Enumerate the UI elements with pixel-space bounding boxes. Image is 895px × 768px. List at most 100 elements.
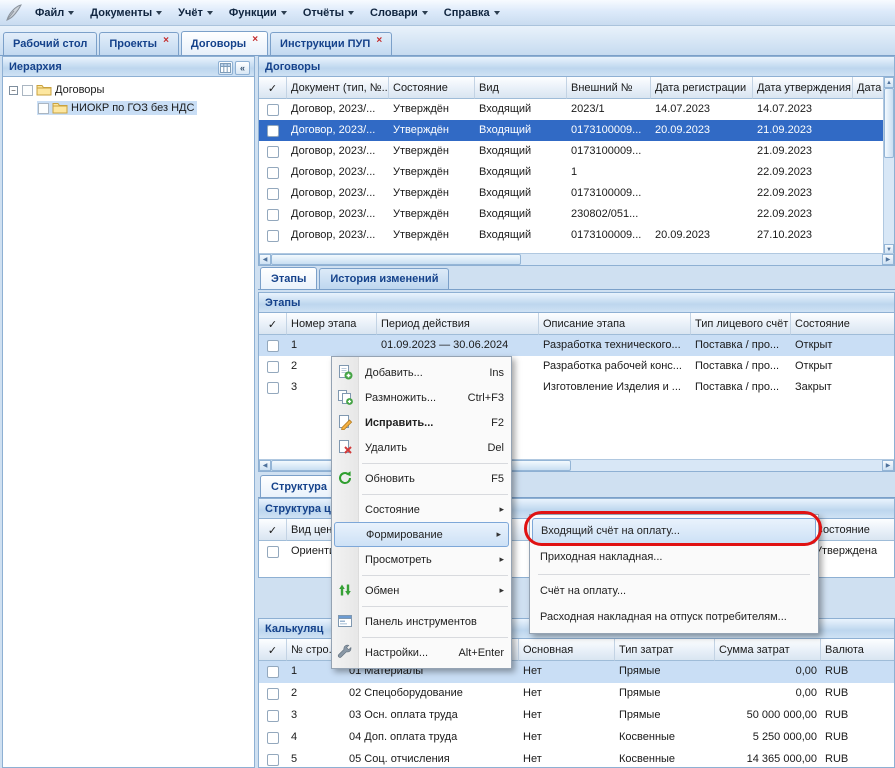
scrollbar-thumb[interactable] (271, 254, 521, 265)
document-tab[interactable]: Договоры× (181, 31, 268, 55)
row-checkbox[interactable] (267, 146, 279, 158)
grid-view-icon[interactable] (218, 61, 233, 75)
submenu-item[interactable]: Входящий счёт на оплату... (532, 518, 816, 544)
context-menu-item[interactable]: Обмен▸ (332, 578, 511, 603)
table-row[interactable]: 101.09.2023 — 30.06.2024Разработка техни… (259, 335, 894, 356)
table-row[interactable]: Договор, 2023/...УтверждёнВходящий017310… (259, 120, 894, 141)
row-checkbox[interactable] (267, 188, 279, 200)
column-header[interactable]: Период действия (377, 313, 539, 335)
scroll-up-icon[interactable]: ▲ (884, 77, 894, 88)
horizontal-scrollbar[interactable]: ◀ ▶ (259, 253, 894, 265)
table-row[interactable]: Договор, 2023/...УтверждёнВходящий017310… (259, 183, 894, 204)
submenu-item[interactable]: Приходная накладная... (530, 544, 818, 570)
scrollbar-track[interactable] (884, 158, 894, 244)
row-checkbox[interactable] (267, 125, 279, 137)
menubar-item[interactable]: Документы (82, 0, 170, 25)
column-header[interactable]: ✓ (259, 313, 287, 335)
tree-checkbox-icon[interactable] (38, 103, 49, 114)
document-tab[interactable]: Инструкции ПУП× (270, 32, 392, 55)
context-menu-item[interactable]: Добавить...Ins (332, 360, 511, 385)
context-menu-item[interactable]: Размножить...Ctrl+F3 (332, 385, 511, 410)
scroll-right-icon[interactable]: ▶ (882, 254, 894, 265)
scrollbar-thumb[interactable] (884, 88, 894, 158)
row-checkbox[interactable] (267, 710, 279, 722)
context-menu-item[interactable]: Панель инструментов (332, 609, 511, 634)
table-row[interactable]: Договор, 2023/...УтверждёнВходящий230802… (259, 204, 894, 225)
column-header[interactable]: Основная (519, 639, 615, 661)
row-checkbox[interactable] (267, 382, 279, 394)
menubar-item[interactable]: Учёт (170, 0, 221, 25)
column-header[interactable]: Сумма затрат (715, 639, 821, 661)
context-menu-item[interactable]: Настройки...Alt+Enter (332, 640, 511, 665)
tree-node[interactable]: НИОКР по ГОЗ без НДС (3, 99, 254, 117)
scroll-left-icon[interactable]: ◀ (259, 254, 271, 265)
row-checkbox[interactable] (267, 546, 279, 558)
menubar-item[interactable]: Словари (362, 0, 436, 25)
column-header[interactable]: ✓ (259, 639, 287, 661)
column-header[interactable]: Состояние (811, 519, 895, 541)
column-header[interactable]: ✓ (259, 77, 287, 99)
tree-checkbox-icon[interactable] (22, 85, 33, 96)
tree-node[interactable]: −Договоры (3, 81, 254, 99)
row-checkbox[interactable] (267, 230, 279, 242)
column-header[interactable]: Описание этапа (539, 313, 691, 335)
context-menu-item[interactable]: Состояние▸ (332, 497, 511, 522)
table-row[interactable]: 505 Соц. отчисленияНетКосвенные14 365 00… (259, 749, 894, 768)
row-checkbox[interactable] (267, 361, 279, 373)
column-header[interactable]: Состояние (791, 313, 895, 335)
context-menu-item[interactable]: Формирование▸ (334, 522, 509, 547)
table-row[interactable]: Договор, 2023/...УтверждёнВходящий122.09… (259, 162, 894, 183)
vertical-scrollbar[interactable]: ▲ ▼ (883, 77, 894, 255)
row-checkbox[interactable] (267, 666, 279, 678)
section-tab[interactable]: Структура (260, 475, 338, 497)
table-row[interactable]: 202 СпецоборудованиеНетПрямые0,00RUB (259, 683, 894, 705)
table-row[interactable]: Договор, 2023/...УтверждёнВходящий2023/1… (259, 99, 894, 120)
menubar-item[interactable]: Справка (436, 0, 508, 25)
section-tab[interactable]: Этапы (260, 267, 317, 289)
column-header[interactable]: Тип лицевого счёт (691, 313, 791, 335)
row-checkbox[interactable] (267, 209, 279, 221)
row-checkbox[interactable] (267, 732, 279, 744)
row-checkbox[interactable] (267, 754, 279, 766)
table-row[interactable]: Договор, 2023/...УтверждёнВходящий017310… (259, 225, 894, 246)
column-header[interactable]: Валюта (821, 639, 895, 661)
column-header[interactable]: Внешний № (567, 77, 651, 99)
menubar-item[interactable]: Отчёты (295, 0, 362, 25)
column-header[interactable]: Вид (475, 77, 567, 99)
column-header[interactable]: Дата утверждения (753, 77, 853, 99)
table-row[interactable]: 303 Осн. оплата трудаНетПрямые50 000 000… (259, 705, 894, 727)
context-menu-item[interactable]: Просмотреть▸ (332, 547, 511, 572)
document-tab[interactable]: Рабочий стол (3, 32, 97, 55)
row-checkbox[interactable] (267, 688, 279, 700)
scroll-left-icon[interactable]: ◀ (259, 460, 271, 471)
scrollbar-track[interactable] (521, 254, 882, 265)
context-menu-item[interactable]: УдалитьDel (332, 435, 511, 460)
context-menu-item[interactable]: Исправить...F2 (332, 410, 511, 435)
table-row[interactable]: 404 Доп. оплата трудаНетКосвенные5 250 0… (259, 727, 894, 749)
scrollbar-track[interactable] (571, 460, 882, 471)
context-menu-item[interactable]: ОбновитьF5 (332, 466, 511, 491)
tree-expander-icon[interactable]: − (9, 86, 18, 95)
tab-close-icon[interactable]: × (376, 36, 382, 45)
row-checkbox[interactable] (267, 167, 279, 179)
section-tab[interactable]: История изменений (319, 268, 449, 289)
row-checkbox[interactable] (267, 340, 279, 352)
scroll-right-icon[interactable]: ▶ (882, 460, 894, 471)
column-header[interactable]: Документ (тип, №... (287, 77, 389, 99)
collapse-panel-icon[interactable]: « (235, 61, 250, 75)
column-header[interactable]: Тип затрат (615, 639, 715, 661)
row-checkbox[interactable] (267, 104, 279, 116)
tab-close-icon[interactable]: × (163, 36, 169, 45)
submenu-item[interactable]: Счёт на оплату... (530, 578, 818, 604)
document-tab[interactable]: Проекты× (99, 32, 179, 55)
menubar-item[interactable]: Файл (27, 0, 82, 25)
tab-close-icon[interactable]: × (252, 35, 258, 44)
column-header[interactable]: ✓ (259, 519, 287, 541)
column-header[interactable]: Дата регистрации (651, 77, 753, 99)
column-header[interactable]: Номер этапа (287, 313, 377, 335)
dropdown-caret-icon (348, 11, 354, 15)
menubar-item[interactable]: Функции (221, 0, 295, 25)
submenu-item[interactable]: Расходная накладная на отпуск потребител… (530, 604, 818, 630)
table-row[interactable]: Договор, 2023/...УтверждёнВходящий017310… (259, 141, 894, 162)
column-header[interactable]: Состояние (389, 77, 475, 99)
